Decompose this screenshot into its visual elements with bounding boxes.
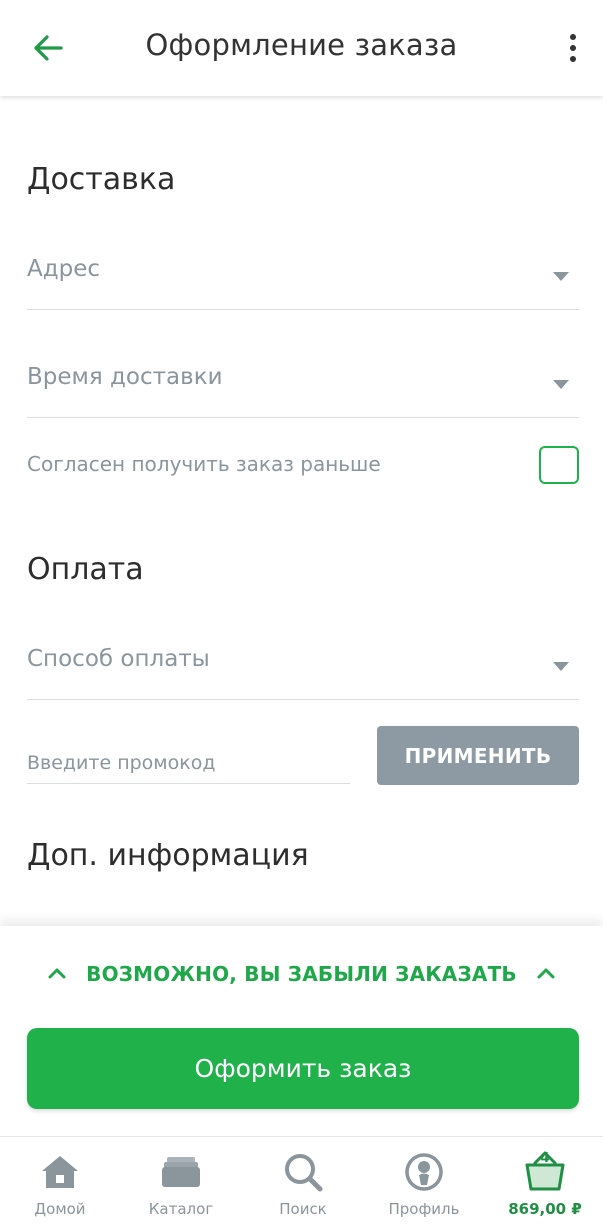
nav-item-basket[interactable]: 4 869,00 ₽ [490, 1137, 600, 1229]
address-label: Адрес [27, 256, 101, 282]
order-bottom-sheet: ВОЗМОЖНО, ВЫ ЗАБЫЛИ ЗАКАЗАТЬ Оформить за… [0, 926, 603, 1136]
nav-label: Профиль [388, 1200, 460, 1218]
catalog-icon [162, 1157, 200, 1187]
nav-label: Поиск [279, 1200, 327, 1218]
forgot-to-order-toggle[interactable]: ВОЗМОЖНО, ВЫ ЗАБЫЛИ ЗАКАЗАТЬ [0, 956, 603, 992]
place-order-button[interactable]: Оформить заказ [27, 1028, 579, 1109]
promo-code-field [27, 742, 350, 784]
app-header: Оформление заказа [0, 0, 603, 96]
page-title: Оформление заказа [145, 28, 458, 62]
nav-item-catalog[interactable]: Каталог [126, 1137, 236, 1229]
payment-section-title: Оплата [27, 552, 144, 587]
nav-label: Каталог [148, 1200, 214, 1218]
basket-count-badge: 4 [540, 1151, 550, 1166]
payment-method-label: Способ оплаты [27, 646, 210, 672]
more-menu-button[interactable] [561, 28, 585, 68]
bottom-navigation: Домой Каталог Поиск Профиль 4 869,00 ₽ [0, 1136, 603, 1229]
dropdown-caret-icon [553, 272, 569, 281]
dropdown-caret-icon [553, 380, 569, 389]
nav-item-profile[interactable]: Профиль [369, 1137, 479, 1229]
delivery-time-label: Время доставки [27, 364, 223, 390]
extra-info-section-title: Доп. информация [27, 838, 309, 873]
more-vertical-icon [570, 34, 576, 40]
delivery-time-select[interactable]: Время доставки [27, 358, 579, 418]
nav-item-home[interactable]: Домой [5, 1137, 115, 1229]
home-icon [42, 1156, 78, 1188]
delivery-section-title: Доставка [27, 162, 176, 197]
early-delivery-checkbox[interactable] [539, 446, 579, 484]
search-icon [285, 1154, 323, 1192]
nav-label: Домой [34, 1200, 86, 1218]
basket-total-label: 869,00 ₽ [508, 1200, 582, 1218]
nav-item-search[interactable]: Поиск [248, 1137, 358, 1229]
dropdown-caret-icon [553, 662, 569, 671]
payment-method-select[interactable]: Способ оплаты [27, 640, 579, 700]
chevron-up-icon [537, 968, 555, 979]
promo-code-input[interactable] [27, 742, 350, 783]
forgot-to-order-label: ВОЗМОЖНО, ВЫ ЗАБЫЛИ ЗАКАЗАТЬ [86, 962, 517, 986]
profile-icon [405, 1153, 443, 1191]
apply-promo-button[interactable]: ПРИМЕНИТЬ [377, 726, 579, 785]
address-select[interactable]: Адрес [27, 250, 579, 310]
early-delivery-consent-label: Согласен получить заказ раньше [27, 452, 381, 476]
